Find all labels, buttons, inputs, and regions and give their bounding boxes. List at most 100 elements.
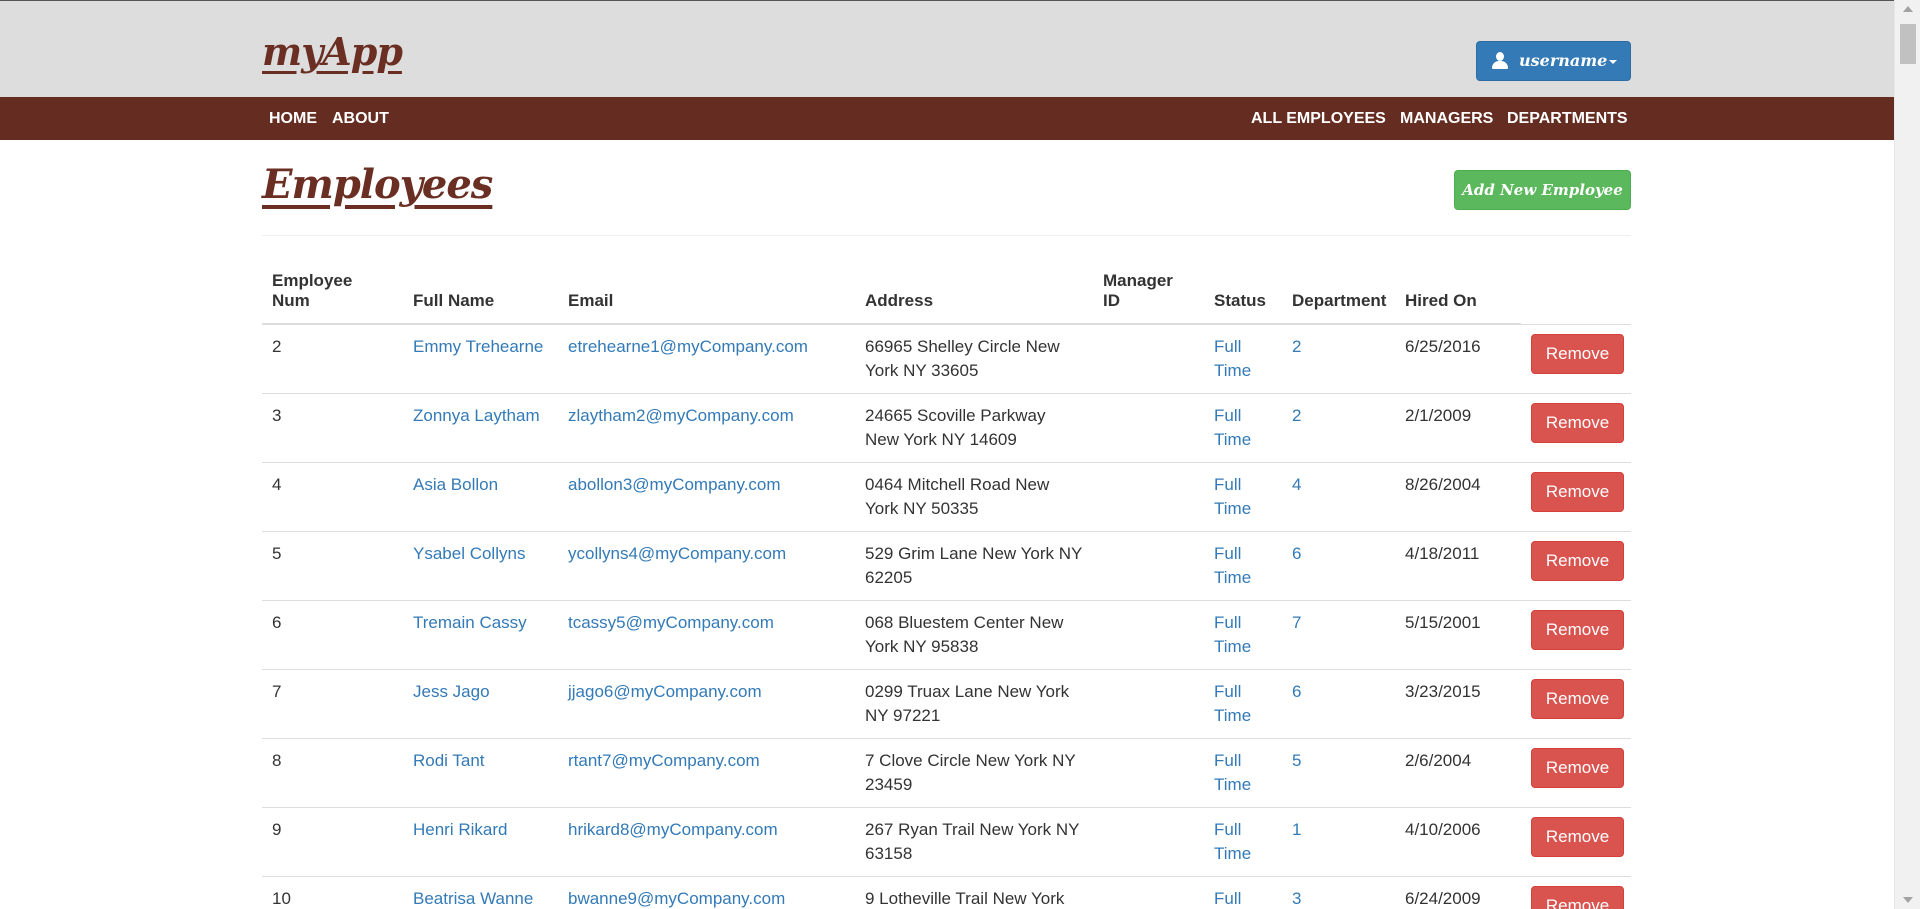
cell-email: abollon3@myCompany.com (558, 462, 855, 532)
cell-department-link[interactable]: 1 (1292, 820, 1301, 839)
cell-address: 9 Lotheville Trail New York NY 46620 (855, 876, 1093, 909)
cell-full-name-link[interactable]: Jess Jago (413, 682, 490, 701)
cell-status: Full Time (1204, 876, 1282, 909)
cell-department-link[interactable]: 5 (1292, 751, 1301, 770)
cell-employee-num: 5 (262, 531, 403, 601)
scrollbar-thumb[interactable] (1900, 24, 1916, 64)
table-row: 3 Zonnya Laytham zlaytham2@myCompany.com 24… (262, 393, 1631, 463)
remove-button[interactable]: Remove (1531, 817, 1624, 857)
top-header: myApp username (0, 1, 1894, 97)
cell-status-link[interactable]: Full Time (1214, 751, 1251, 794)
caret-down-icon (1609, 60, 1617, 64)
cell-status-link[interactable]: Full Time (1214, 820, 1251, 863)
cell-email-link[interactable]: jjago6@myCompany.com (568, 682, 762, 701)
cell-department-link[interactable]: 6 (1292, 682, 1301, 701)
cell-full-name-link[interactable]: Ysabel Collyns (413, 544, 525, 563)
scroll-up-arrow-icon[interactable] (1903, 6, 1913, 12)
cell-full-name: Henri Rikard (403, 807, 558, 877)
remove-button[interactable]: Remove (1531, 679, 1624, 719)
cell-department-link[interactable]: 4 (1292, 475, 1301, 494)
cell-hired-on-text: 4/18/2011 (1405, 544, 1480, 563)
cell-hired-on: 6/24/2009 (1395, 876, 1521, 909)
cell-hired-on-text: 5/15/2001 (1405, 613, 1481, 632)
nav-departments[interactable]: DEPARTMENTS (1507, 110, 1628, 128)
user-menu-button[interactable]: username (1476, 41, 1631, 81)
cell-status: Full Time (1204, 669, 1282, 739)
cell-department-link[interactable]: 3 (1292, 889, 1301, 908)
cell-employee-num: 9 (262, 807, 403, 877)
cell-status-link[interactable]: Full Time (1214, 406, 1251, 449)
cell-manager-id (1093, 876, 1204, 909)
cell-email: etrehearne1@myCompany.com (558, 324, 855, 394)
cell-email-link[interactable]: hrikard8@myCompany.com (568, 820, 778, 839)
cell-email-link[interactable]: tcassy5@myCompany.com (568, 613, 774, 632)
cell-employee-num-text: 6 (272, 613, 282, 632)
cell-department-link[interactable]: 2 (1292, 337, 1301, 356)
cell-actions: Remove (1521, 324, 1631, 394)
cell-status: Full Time (1204, 531, 1282, 601)
scroll-down-arrow-icon[interactable] (1903, 897, 1913, 903)
remove-button[interactable]: Remove (1531, 541, 1624, 581)
cell-email-link[interactable]: etrehearne1@myCompany.com (568, 337, 808, 356)
cell-status-link[interactable]: Full Time (1214, 544, 1251, 587)
cell-department: 2 (1282, 324, 1395, 394)
cell-full-name-link[interactable]: Zonnya Laytham (413, 406, 540, 425)
cell-status-link[interactable]: Full Time (1214, 682, 1251, 725)
cell-full-name-link[interactable]: Henri Rikard (413, 820, 507, 839)
divider (262, 235, 1631, 236)
app-logo[interactable]: myApp (262, 29, 403, 74)
cell-status-link[interactable]: Full Time (1214, 475, 1251, 518)
cell-employee-num-text: 8 (272, 751, 282, 770)
cell-department: 4 (1282, 462, 1395, 532)
add-new-employee-button[interactable]: Add New Employee (1454, 170, 1631, 210)
column-header-actions (1521, 263, 1631, 325)
cell-email-link[interactable]: bwanne9@myCompany.com (568, 889, 785, 908)
cell-full-name-link[interactable]: Emmy Trehearne (413, 337, 543, 356)
cell-status: Full Time (1204, 393, 1282, 463)
cell-department-link[interactable]: 6 (1292, 544, 1301, 563)
cell-department-link[interactable]: 7 (1292, 613, 1301, 632)
nav-home[interactable]: HOME (269, 110, 317, 128)
remove-button[interactable]: Remove (1531, 333, 1624, 374)
nav-managers[interactable]: MANAGERS (1400, 110, 1493, 128)
remove-button[interactable]: Remove (1531, 886, 1624, 909)
column-header-department: Department (1282, 263, 1395, 325)
remove-button[interactable]: Remove (1531, 748, 1624, 788)
cell-email-link[interactable]: ycollyns4@myCompany.com (568, 544, 786, 563)
cell-email-link[interactable]: rtant7@myCompany.com (568, 751, 760, 770)
cell-status: Full Time (1204, 462, 1282, 532)
cell-employee-num: 2 (262, 324, 403, 394)
nav-all-employees[interactable]: ALL EMPLOYEES (1251, 110, 1386, 128)
cell-department-link[interactable]: 2 (1292, 406, 1301, 425)
remove-button[interactable]: Remove (1531, 610, 1624, 650)
cell-full-name-link[interactable]: Rodi Tant (413, 751, 485, 770)
cell-employee-num: 3 (262, 393, 403, 463)
cell-address-text: 7 Clove Circle New York NY 23459 (865, 751, 1076, 794)
column-header-full-name: Full Name (403, 263, 558, 325)
cell-status-link[interactable]: Full Time (1214, 337, 1251, 380)
cell-email: hrikard8@myCompany.com (558, 807, 855, 877)
cell-full-name-link[interactable]: Tremain Cassy (413, 613, 527, 632)
cell-employee-num: 10 (262, 876, 403, 909)
cell-email: bwanne9@myCompany.com (558, 876, 855, 909)
cell-email: jjago6@myCompany.com (558, 669, 855, 739)
nav-about[interactable]: ABOUT (332, 110, 389, 128)
cell-actions: Remove (1521, 462, 1631, 532)
column-header-hired-on: Hired On (1395, 263, 1521, 325)
table-row: 8 Rodi Tant rtant7@myCompany.com 7 Clove Ci… (262, 738, 1631, 808)
cell-employee-num-text: 9 (272, 820, 282, 839)
cell-hired-on: 4/10/2006 (1395, 807, 1521, 877)
cell-status-link[interactable]: Full Time (1214, 613, 1251, 656)
vertical-scrollbar[interactable] (1894, 0, 1920, 909)
remove-button[interactable]: Remove (1531, 472, 1624, 512)
cell-full-name: Tremain Cassy (403, 600, 558, 670)
table-row: 5 Ysabel Collyns ycollyns4@myCompany.com 52… (262, 531, 1631, 601)
column-header-employee-num: Employee Num (262, 263, 403, 325)
cell-status-link[interactable]: Full Time (1214, 889, 1251, 909)
cell-full-name-link[interactable]: Beatrisa Wanne (413, 889, 533, 908)
cell-full-name-link[interactable]: Asia Bollon (413, 475, 498, 494)
cell-email-link[interactable]: abollon3@myCompany.com (568, 475, 781, 494)
cell-email-link[interactable]: zlaytham2@myCompany.com (568, 406, 794, 425)
remove-button[interactable]: Remove (1531, 403, 1624, 443)
cell-manager-id (1093, 669, 1204, 739)
